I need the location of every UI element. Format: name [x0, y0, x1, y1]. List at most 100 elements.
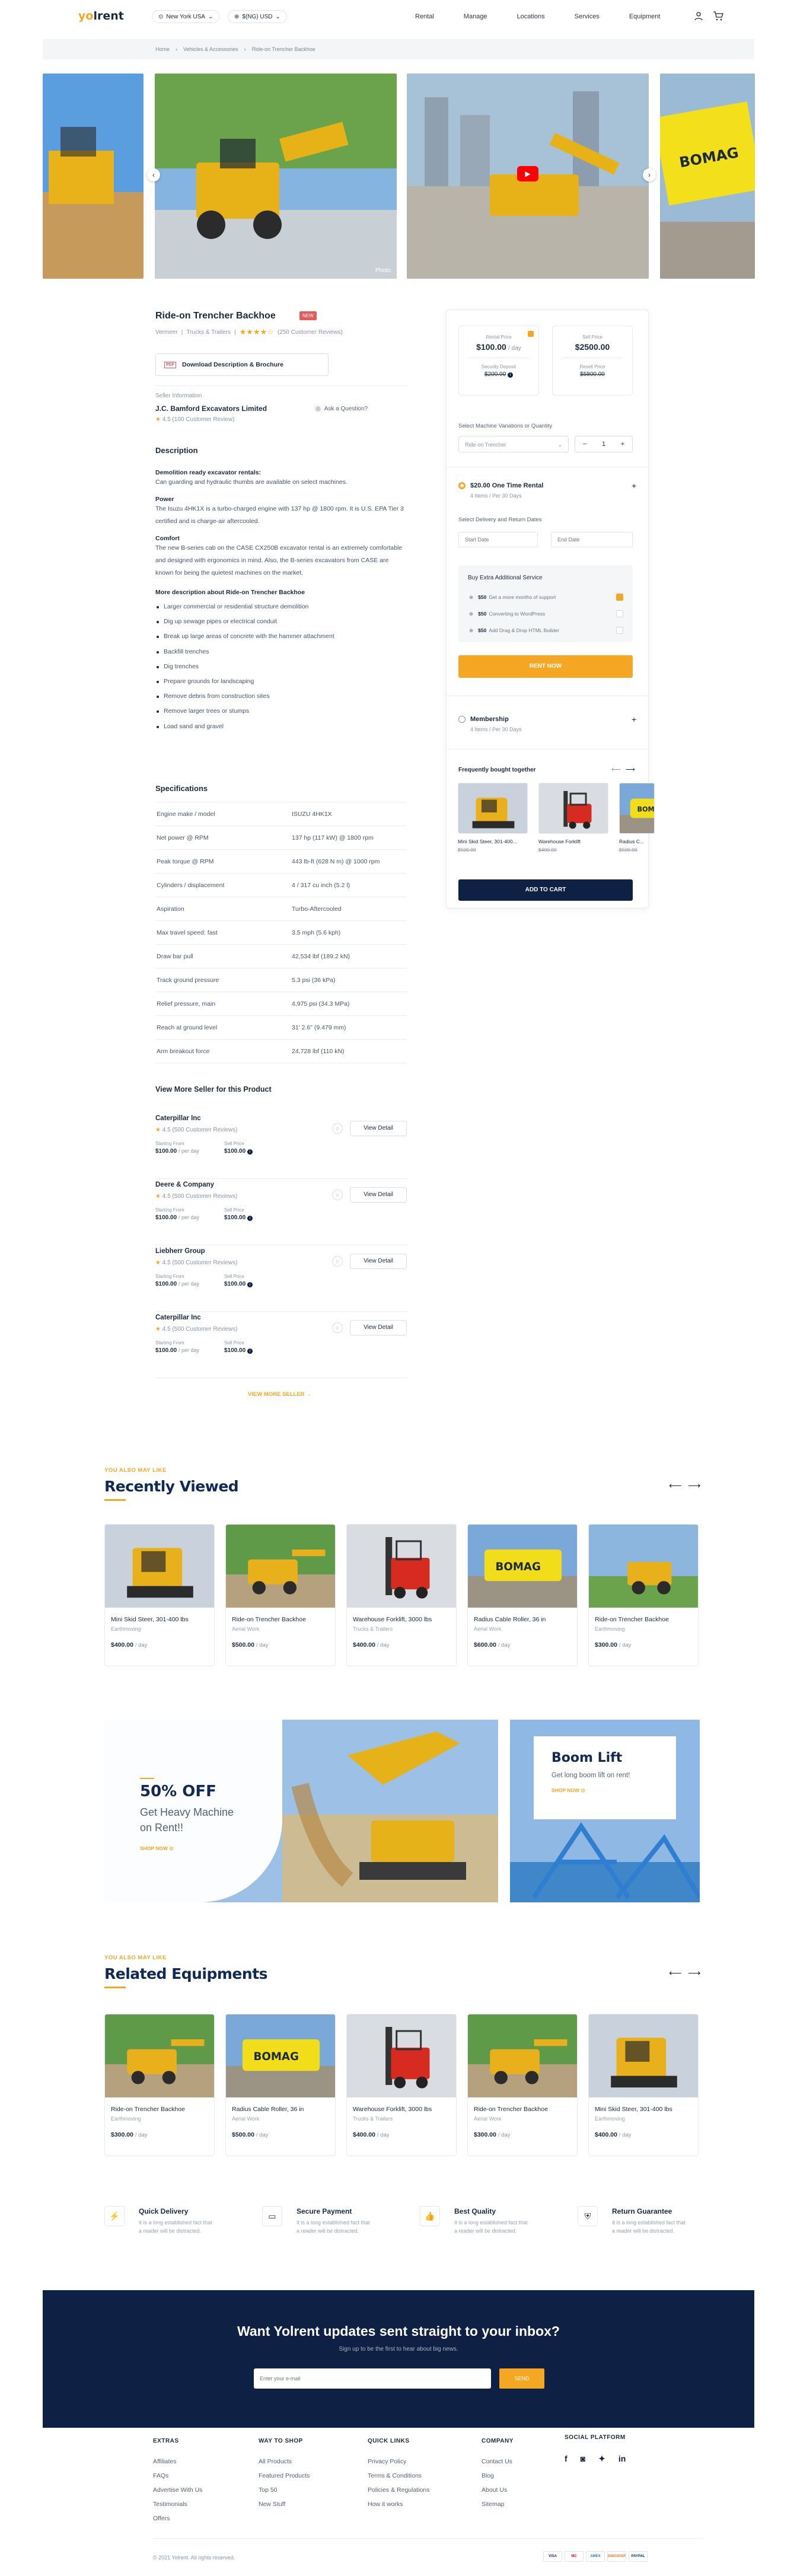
chat-icon[interactable]: ◌	[332, 1123, 343, 1134]
product-card[interactable]: Ride-on Trencher Backhoe Aerial Work $30…	[467, 2014, 578, 2156]
user-icon[interactable]	[694, 11, 703, 21]
related-next-button[interactable]: ⟶	[688, 1968, 701, 1978]
nav-rental[interactable]: Rental	[415, 13, 434, 20]
gallery-video[interactable]: ▶	[407, 74, 649, 279]
location-selector[interactable]: ⊙ New York USA ⌄	[152, 10, 220, 23]
footer-link[interactable]: Affiliates	[153, 2454, 202, 2469]
product-card[interactable]: Warehouse Forklift, 3000 lbs Trucks & Tr…	[346, 1524, 457, 1666]
start-date-input[interactable]	[458, 532, 538, 547]
footer-link[interactable]: Featured Products	[259, 2469, 310, 2483]
add-to-cart-button[interactable]: ADD TO CART	[458, 879, 633, 901]
seller-name[interactable]: J.C. Bamford Excavators Limited	[155, 404, 267, 413]
footer-link[interactable]: Contact Us	[482, 2454, 514, 2469]
expand-icon[interactable]: +	[632, 715, 636, 724]
product-card[interactable]: Ride-on Trencher Backhoe Aerial Work $50…	[225, 1524, 336, 1666]
footer-link[interactable]: Advertise With Us	[153, 2483, 202, 2497]
facebook-icon[interactable]: f	[565, 2454, 568, 2464]
product-card[interactable]: BOMAG Radius Cable Roller, 36 in Aerial …	[467, 1524, 578, 1666]
nav-equipment[interactable]: Equipment	[629, 13, 661, 20]
info-icon[interactable]: i	[247, 1149, 253, 1155]
view-detail-button[interactable]: View Detail	[350, 1121, 407, 1136]
nav-services[interactable]: Services	[575, 13, 600, 20]
cart-icon[interactable]	[713, 11, 723, 21]
view-detail-button[interactable]: View Detail	[350, 1320, 407, 1335]
quantity-stepper[interactable]: − 1 +	[575, 436, 633, 452]
product-subcategory[interactable]: Trucks & Trailers	[186, 329, 231, 336]
variation-select[interactable]: Ride-on Trencher ⌄	[458, 436, 569, 452]
promo-banner-main[interactable]: 50% OFF Get Heavy Machine on Rent!! SHOP…	[104, 1720, 498, 1902]
one-time-rental-label[interactable]: $20.00 One Time Rental	[470, 482, 543, 489]
related-prev-button[interactable]: ⟵	[669, 1968, 682, 1978]
extra-service-row[interactable]: ⊕ $50 Add Drag & Drop HTML Builder	[468, 624, 623, 636]
promo-banner-boom[interactable]: Boom Lift Get long boom lift on rent! SH…	[510, 1720, 700, 1902]
linkedin-icon[interactable]: in	[619, 2454, 626, 2464]
seller-name[interactable]: Deere & Company	[155, 1181, 214, 1188]
nav-locations[interactable]: Locations	[517, 13, 545, 20]
product-category[interactable]: Vermeer	[155, 329, 178, 336]
product-card[interactable]: Ride-on Trencher Backhoe Earthmoving $30…	[104, 2014, 215, 2156]
footer-link[interactable]: How it works	[368, 2497, 429, 2511]
gallery-image-main[interactable]: Photo	[155, 74, 397, 279]
collapse-icon[interactable]: +	[632, 481, 636, 490]
download-brochure-button[interactable]: PDF Download Description & Brochure	[155, 353, 329, 376]
extra-service-row[interactable]: ⊕ $50 Converting to WordPress	[468, 608, 623, 620]
checkbox[interactable]	[616, 610, 623, 617]
seller-name[interactable]: Liebherr Group	[155, 1248, 205, 1255]
extra-service-row[interactable]: ⊕ $50 Get a more months of support	[468, 591, 623, 603]
info-icon[interactable]: i	[247, 1348, 253, 1354]
footer-link[interactable]: Terms & Conditions	[368, 2469, 429, 2483]
footer-link[interactable]: Policies & Regulations	[368, 2483, 429, 2497]
chat-icon[interactable]: ◌	[332, 1256, 343, 1267]
fbt-item[interactable]: Warehouse Forklift $400.00	[538, 783, 608, 872]
breadcrumb-home[interactable]: Home	[155, 46, 170, 52]
rent-now-button[interactable]: RENT NOW	[458, 655, 633, 678]
view-detail-button[interactable]: View Detail	[350, 1187, 407, 1203]
info-icon[interactable]: i	[247, 1282, 253, 1287]
info-icon[interactable]: i	[247, 1216, 253, 1221]
footer-link[interactable]: About Us	[482, 2483, 514, 2497]
seller-name[interactable]: Caterpillar Inc	[155, 1115, 201, 1122]
end-date-input[interactable]	[551, 532, 633, 547]
footer-link[interactable]: Top 50	[259, 2483, 310, 2497]
newsletter-send-button[interactable]: SEND	[499, 2368, 544, 2389]
plus-button[interactable]: +	[621, 441, 624, 448]
play-icon[interactable]: ▶	[517, 166, 538, 181]
one-time-radio[interactable]	[458, 482, 466, 489]
breadcrumb-category[interactable]: Vehicles & Accessories	[183, 46, 238, 52]
recent-next-button[interactable]: ⟶	[688, 1480, 701, 1491]
ask-question-link[interactable]: ◎ Ask a Question?	[315, 406, 368, 412]
membership-label[interactable]: Membership	[470, 716, 509, 723]
product-card[interactable]: Mini Skid Steer, 301-400 lbs Earthmoving…	[588, 2014, 699, 2156]
boom-shop-now[interactable]: SHOP NOW ⊙	[551, 1787, 585, 1794]
logo[interactable]: yolrent	[78, 9, 124, 23]
twitter-icon[interactable]: ✦	[598, 2454, 605, 2464]
footer-link[interactable]: Testimonials	[153, 2497, 202, 2511]
view-more-sellers-link[interactable]: VIEW MORE SELLER →	[248, 1391, 312, 1398]
gallery-image-1[interactable]	[43, 74, 144, 279]
checkbox[interactable]	[616, 594, 623, 601]
product-card[interactable]: Mini Skid Steer, 301-400 lbs Earthmoving…	[104, 1524, 215, 1666]
membership-radio[interactable]	[458, 716, 466, 723]
footer-link[interactable]: Privacy Policy	[368, 2454, 429, 2469]
recent-prev-button[interactable]: ⟵	[669, 1480, 682, 1491]
currency-selector[interactable]: ⊕ $(NG) USD ⌄	[228, 10, 287, 23]
footer-link[interactable]: New Stuff	[259, 2497, 310, 2511]
sell-price-box[interactable]: Sell Price $2500.00 Resell Price $5800.0…	[552, 326, 633, 396]
nav-manage[interactable]: Manage	[464, 13, 487, 20]
product-card[interactable]: Warehouse Forklift, 3000 lbs Trucks & Tr…	[346, 2014, 457, 2156]
view-detail-button[interactable]: View Detail	[350, 1254, 407, 1269]
product-card[interactable]: Ride-on Trencher Backhoe Earthmoving $30…	[588, 1524, 699, 1666]
footer-link[interactable]: All Products	[259, 2454, 310, 2469]
chat-icon[interactable]: ◌	[332, 1322, 343, 1333]
footer-link[interactable]: Offers	[153, 2511, 202, 2526]
chat-icon[interactable]: ◌	[332, 1190, 343, 1200]
fbt-item[interactable]: Mini Skid Steer, 301-400... $500.00	[458, 783, 528, 872]
fbt-item[interactable]: BOMAG Radius C... $500.00	[619, 783, 655, 872]
info-icon[interactable]: i	[507, 372, 513, 378]
footer-link[interactable]: Sitemap	[482, 2497, 514, 2511]
gallery-image-4[interactable]: BOMAG	[660, 74, 755, 279]
seller-name[interactable]: Caterpillar Inc	[155, 1314, 201, 1321]
fbt-next-button[interactable]: ⟶	[626, 766, 635, 773]
newsletter-email-input[interactable]	[254, 2368, 491, 2389]
checkbox[interactable]	[616, 627, 623, 634]
